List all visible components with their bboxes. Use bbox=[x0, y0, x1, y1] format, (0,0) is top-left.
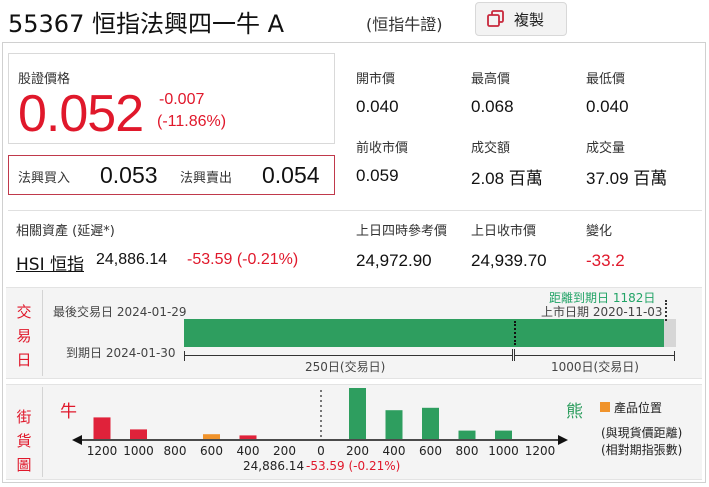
street-heading: 街 貨 圖 bbox=[16, 405, 32, 477]
trade-day-char-2: 易 bbox=[16, 327, 32, 345]
listing-date: 上市日期 2020-11-03 bbox=[541, 305, 663, 319]
copy-button-label: 複製 bbox=[514, 10, 545, 29]
bull-bar bbox=[130, 429, 147, 439]
divider bbox=[8, 210, 702, 211]
scale-line-250 bbox=[184, 355, 512, 356]
low-value: 0.040 bbox=[586, 97, 629, 116]
copy-icon bbox=[487, 10, 504, 27]
volume-value: 37.09 百萬 bbox=[586, 169, 668, 188]
scale-250-label: 250日(交易日) bbox=[305, 360, 386, 374]
open-value: 0.040 bbox=[356, 97, 399, 116]
bear-bar bbox=[458, 430, 476, 439]
bear-bar bbox=[422, 407, 439, 439]
x-tick-label: 1000 bbox=[488, 444, 519, 458]
warrant-type: (恒指牛證) bbox=[366, 15, 443, 34]
axis-note-distance: (與現貨價距離) bbox=[601, 426, 683, 440]
bull-bar bbox=[93, 417, 111, 439]
turnover-value: 2.08 百萬 bbox=[471, 169, 543, 188]
bull-bear-chart: 1200 1000 800 600 400 200 0 200 400 600 800 1000 120… bbox=[72, 388, 568, 458]
low-label: 最低價 bbox=[586, 72, 626, 87]
ask-price: 0.054 bbox=[262, 162, 320, 188]
last-trade-date: 最後交易日 2024-01-29 bbox=[53, 305, 187, 319]
life-bar-elapsed bbox=[184, 319, 664, 347]
street-char-3: 圖 bbox=[16, 456, 32, 474]
x-tick-label: 1200 bbox=[87, 444, 118, 458]
underlying-price: 24,886.14 bbox=[96, 251, 168, 268]
x-tick-label: 200 bbox=[273, 444, 296, 458]
underlying-link[interactable]: HSI 恒指 bbox=[16, 250, 84, 275]
x-tick-label: 400 bbox=[237, 444, 260, 458]
ask-label: 法興賣出 bbox=[180, 171, 233, 186]
copy-button[interactable]: 複製 bbox=[475, 2, 567, 36]
trade-day-char-3: 日 bbox=[16, 351, 32, 369]
scale-tick bbox=[184, 351, 185, 361]
street-underlying-price: 24,886.14 bbox=[243, 459, 305, 473]
price-change-pct: (-11.86%) bbox=[157, 113, 227, 130]
prev-close-label: 前收市價 bbox=[356, 141, 409, 156]
underlying-change: -53.59 (-0.21%) bbox=[187, 251, 299, 268]
volume-label: 成交量 bbox=[586, 141, 626, 156]
x-tick-label: 600 bbox=[200, 444, 223, 458]
bull-bar bbox=[239, 435, 257, 439]
diff-label: 變化 bbox=[586, 224, 613, 239]
last-price: 0.052 bbox=[18, 85, 144, 143]
x-tick-label: 1000 bbox=[123, 444, 154, 458]
underlying-close-label: 上日收市價 bbox=[471, 224, 537, 239]
high-label: 最高價 bbox=[471, 72, 511, 87]
underlying-close-value: 24,939.70 bbox=[471, 251, 547, 270]
x-axis-arrow-left bbox=[72, 435, 82, 445]
section-divider bbox=[42, 387, 43, 477]
bid-price: 0.053 bbox=[100, 162, 158, 188]
trade-day-char-1: 交 bbox=[16, 303, 32, 321]
high-value: 0.068 bbox=[471, 97, 514, 116]
legend-swatch bbox=[600, 402, 610, 412]
underlying-label: 相關資產 (延遲*) bbox=[16, 224, 115, 239]
trade-day-heading: 交 易 日 bbox=[16, 300, 32, 372]
x-tick-label: 400 bbox=[383, 444, 406, 458]
x-tick-label: 200 bbox=[346, 444, 369, 458]
bull-bar bbox=[203, 434, 220, 439]
section-divider bbox=[42, 290, 43, 376]
x-tick-label: 1200 bbox=[525, 444, 556, 458]
bear-bar bbox=[385, 410, 403, 439]
diff-value: -33.2 bbox=[586, 251, 625, 270]
street-char-2: 貨 bbox=[16, 432, 32, 450]
turnover-label: 成交額 bbox=[471, 141, 511, 156]
x-tick-label: 600 bbox=[419, 444, 442, 458]
bid-label: 法興買入 bbox=[18, 171, 71, 186]
street-char-1: 街 bbox=[16, 408, 32, 426]
scale-1000-label: 1000日(交易日) bbox=[551, 360, 639, 374]
ref-price-value: 24,972.90 bbox=[356, 251, 432, 270]
scale-tick bbox=[674, 351, 675, 361]
ref-price-label: 上日四時參考價 bbox=[356, 224, 448, 239]
x-axis-arrow-right bbox=[558, 435, 568, 445]
scale-line-1000 bbox=[515, 355, 675, 356]
bear-bar bbox=[495, 430, 512, 439]
x-tick-label: 0 bbox=[317, 444, 325, 458]
expiry-date: 到期日 2024-01-30 bbox=[66, 346, 176, 360]
open-label: 開市價 bbox=[356, 72, 396, 87]
legend-label: 產品位置 bbox=[614, 401, 663, 415]
x-tick-label: 800 bbox=[456, 444, 479, 458]
axis-note-contracts: (相對期指張數) bbox=[601, 443, 683, 457]
street-underlying-change: -53.59 (-0.21%) bbox=[306, 459, 401, 473]
warrant-title: 55367 恒指法興四一牛 A bbox=[8, 10, 285, 38]
today-marker bbox=[665, 300, 667, 321]
price-change: -0.007 bbox=[159, 91, 205, 108]
life-bar-marker bbox=[514, 321, 516, 345]
bear-bar bbox=[349, 388, 366, 439]
x-tick-label: 800 bbox=[164, 444, 187, 458]
prev-close-value: 0.059 bbox=[356, 166, 399, 185]
